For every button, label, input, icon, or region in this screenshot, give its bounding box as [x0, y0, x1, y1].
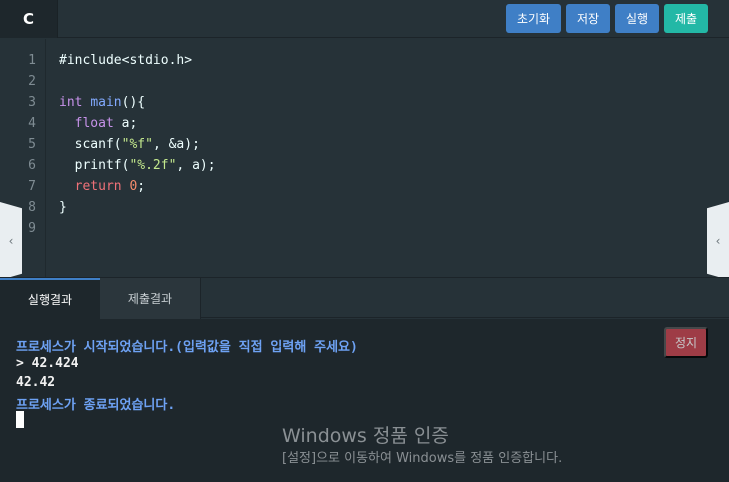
console-line: 42.42 — [16, 375, 56, 390]
keyword-int: int — [59, 95, 83, 110]
text-cursor — [16, 411, 24, 428]
line-number: 4 — [28, 116, 36, 131]
code-text: , &a); — [152, 137, 200, 152]
string-literal: "%.2f" — [129, 158, 177, 173]
code-editor[interactable]: 1 2 3 4 5 6 7 8 9 #include<stdio.h> int … — [0, 39, 729, 277]
reset-button[interactable]: 초기화 — [506, 4, 561, 33]
line-number: 7 — [28, 179, 36, 194]
save-button[interactable]: 저장 — [566, 4, 610, 33]
code-line-7: return 0; — [59, 179, 145, 194]
tab-run-result[interactable]: 실행결과 — [0, 278, 100, 319]
keyword-float: float — [74, 116, 114, 131]
string-literal: "%f" — [121, 137, 153, 152]
run-button[interactable]: 실행 — [615, 4, 659, 33]
line-number: 1 — [28, 53, 36, 68]
code-text: , a); — [176, 158, 216, 173]
tab-submit-result[interactable]: 제출결과 — [100, 278, 201, 319]
code-punct: ; — [137, 179, 146, 194]
include-directive: #include<stdio.h> — [59, 53, 193, 68]
console-line: > 42.424 — [16, 356, 79, 371]
stop-button[interactable]: 정지 — [664, 327, 708, 358]
language-tab[interactable]: C — [0, 0, 58, 38]
code-line-1: #include<stdio.h> — [59, 53, 192, 68]
closing-brace: } — [59, 200, 67, 215]
chevron-left-icon: ‹ — [8, 234, 14, 248]
activation-watermark-title: Windows 정품 인증 — [282, 425, 449, 447]
result-tabs: 실행결과 제출결과 — [0, 277, 729, 319]
console-output[interactable]: 프로세스가 시작되었습니다.(입력값을 직접 입력해 주세요) > 42.424… — [0, 319, 729, 482]
function-main: main — [90, 95, 122, 110]
console-line: 프로세스가 종료되었습니다. — [16, 398, 176, 413]
code-punct: (){ — [121, 95, 146, 110]
toolbar: C 초기화 저장 실행 제출 — [0, 0, 729, 38]
line-number: 2 — [28, 74, 36, 89]
submit-button[interactable]: 제출 — [664, 4, 708, 33]
collapse-left-handle[interactable]: ‹ — [0, 202, 22, 280]
expand-right-handle[interactable]: ‹ — [707, 202, 729, 280]
line-number: 5 — [28, 137, 36, 152]
line-number: 3 — [28, 95, 36, 110]
activation-watermark-subtitle: [설정]으로 이동하여 Windows를 정품 인증합니다. — [282, 451, 563, 466]
line-number: 6 — [28, 158, 36, 173]
code-line-6: printf("%.2f", a); — [59, 158, 216, 173]
chevron-left-icon: ‹ — [715, 234, 721, 248]
keyword-return: return — [74, 179, 122, 194]
code-line-8: } — [59, 200, 67, 215]
code-line-3: int main(){ — [59, 95, 145, 110]
function-printf: printf( — [74, 158, 130, 173]
code-line-4: float a; — [59, 116, 138, 131]
function-scanf: scanf( — [74, 137, 122, 152]
console-line: 프로세스가 시작되었습니다.(입력값을 직접 입력해 주세요) — [16, 340, 358, 355]
code-line-5: scanf("%f", &a); — [59, 137, 200, 152]
code-text: a; — [113, 116, 138, 131]
